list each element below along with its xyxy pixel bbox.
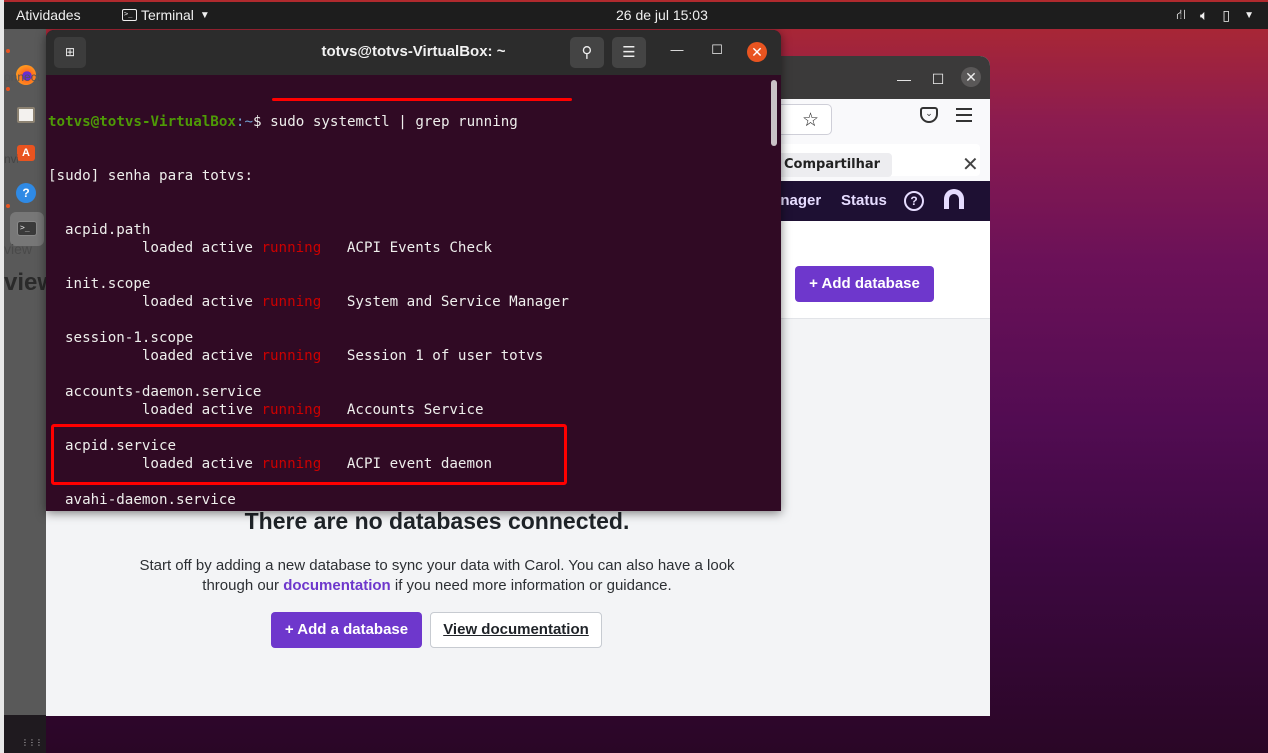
unit-status-line: loaded active running Accounts Service <box>48 401 768 419</box>
unit-name: accounts-daemon.service <box>65 384 262 400</box>
unit-description: System and Service Manager <box>346 294 569 310</box>
documentation-link[interactable]: documentation <box>283 577 391 594</box>
view-documentation-button[interactable]: View documentation <box>430 612 602 648</box>
files-icon[interactable] <box>17 107 35 123</box>
sudo-prompt: [sudo] senha para totvs: <box>48 168 253 184</box>
terminal-titlebar: ⊞ totvs@totvs-VirtualBox: ~ ⚲ ☰ — ☐ ✕ <box>46 30 781 75</box>
annotation-underline <box>272 98 572 101</box>
chevron-down-icon: ▼ <box>199 9 210 21</box>
unit-name: session-1.scope <box>65 330 194 346</box>
running-indicator <box>6 87 10 91</box>
ghost-text: nvi <box>4 152 18 166</box>
nav-item-status[interactable]: Status <box>841 192 887 209</box>
empty-state-description: Start off by adding a new database to sy… <box>126 556 748 596</box>
add-a-database-button[interactable]: + Add a database <box>271 612 422 648</box>
volume-icon: 🔈︎ <box>1199 7 1209 23</box>
battery-icon: ▯ <box>1222 7 1231 23</box>
help-icon[interactable]: ? <box>16 183 36 203</box>
unit-name: init.scope <box>65 276 151 292</box>
ghost-text: view <box>4 241 33 257</box>
top-bar: Atividades >_ Terminal ▼ 26 de jul 15:03… <box>4 2 1268 29</box>
search-button[interactable]: ⚲ <box>570 37 604 68</box>
unit-name: avahi-daemon.service <box>65 492 236 508</box>
system-menu-icon: ▼ <box>1244 10 1254 21</box>
user-icon[interactable] <box>944 189 964 209</box>
unit-state: loaded active <box>65 402 262 418</box>
prompt-user: totvs@totvs-VirtualBox <box>48 114 236 130</box>
screen-edge <box>0 0 4 753</box>
minimize-button[interactable]: — <box>667 42 687 57</box>
menu-button[interactable]: ☰ <box>612 37 646 68</box>
terminal-icon: >_ <box>122 9 137 21</box>
help-icon[interactable]: ? <box>904 191 924 211</box>
minimize-button[interactable]: — <box>893 68 915 90</box>
unit-state: loaded active <box>65 294 262 310</box>
unit-state: loaded active <box>65 240 262 256</box>
unit-description: Session 1 of user totvs <box>346 348 544 364</box>
unit-sub-state: running <box>261 510 321 511</box>
share-button[interactable]: Compartilhar <box>772 153 893 177</box>
menu-icon[interactable] <box>956 108 972 126</box>
system-tray[interactable]: ⛙ 🔈︎ ▯ ▼ <box>1176 6 1254 25</box>
unit-description: Accounts Service <box>346 402 484 418</box>
ghost-text: view <box>4 269 46 296</box>
command-text: sudo systemctl | grep running <box>270 114 518 130</box>
empty-state-title: There are no databases connected. <box>244 508 630 534</box>
close-icon[interactable]: ✕ <box>962 152 979 177</box>
app-menu-label: Terminal <box>141 7 194 23</box>
running-indicator <box>6 49 10 53</box>
running-indicator <box>6 204 10 208</box>
unit-status-line: loaded active running Avahi mDNS/DNS-SD … <box>48 509 768 511</box>
scrollbar[interactable] <box>771 80 777 146</box>
bookmark-star-icon[interactable]: ☆ <box>802 109 819 132</box>
unit-state: loaded active <box>65 510 261 511</box>
add-database-button[interactable]: + Add database <box>795 266 934 302</box>
unit-status-line: loaded active running ACPI Events Check <box>48 239 768 257</box>
network-icon: ⛙ <box>1176 6 1186 22</box>
app-menu[interactable]: >_ Terminal ▼ <box>122 7 210 23</box>
unit-status-line: loaded active running Session 1 of user … <box>48 347 768 365</box>
unit-description: Avahi mDNS/DNS-SD Stack <box>347 510 543 511</box>
unit-description: ACPI Events Check <box>346 240 493 256</box>
maximize-button[interactable]: ☐ <box>927 68 949 90</box>
unit-sub-state: running <box>261 240 322 256</box>
show-apps-icon[interactable]: ⋮⋮⋮ <box>21 739 43 747</box>
menu-icon: ☰ <box>622 44 636 61</box>
close-button[interactable]: ✕ <box>961 67 981 87</box>
activities-button[interactable]: Atividades <box>16 7 81 23</box>
unit-state: loaded active <box>65 348 262 364</box>
annotation-box <box>51 424 567 485</box>
dock: A ? >_ ⋮⋮⋮ <box>4 29 46 753</box>
prompt-line: totvs@totvs-VirtualBox:~$ sudo systemctl… <box>48 113 768 131</box>
clock[interactable]: 26 de jul 15:03 <box>616 7 708 23</box>
unit-sub-state: running <box>261 294 322 310</box>
maximize-button[interactable]: ☐ <box>707 42 727 58</box>
ghost-text: onnect <box>4 70 41 84</box>
unit-sub-state: running <box>261 402 322 418</box>
unit-status-line: loaded active running System and Service… <box>48 293 768 311</box>
search-icon: ⚲ <box>581 44 593 61</box>
unit-name: acpid.path <box>65 222 151 238</box>
dock-bottom <box>4 715 46 753</box>
software-center-icon[interactable]: A <box>17 145 35 161</box>
unit-sub-state: running <box>261 348 322 364</box>
prompt-path: :~ <box>235 114 254 130</box>
pocket-icon[interactable]: ⌄ <box>920 107 938 123</box>
terminal-window: ⊞ totvs@totvs-VirtualBox: ~ ⚲ ☰ — ☐ ✕ to… <box>46 30 781 511</box>
prompt-symbol: $ <box>253 114 271 130</box>
desc-text: if you need more information or guidance… <box>390 577 672 594</box>
close-button[interactable]: ✕ <box>747 42 767 62</box>
